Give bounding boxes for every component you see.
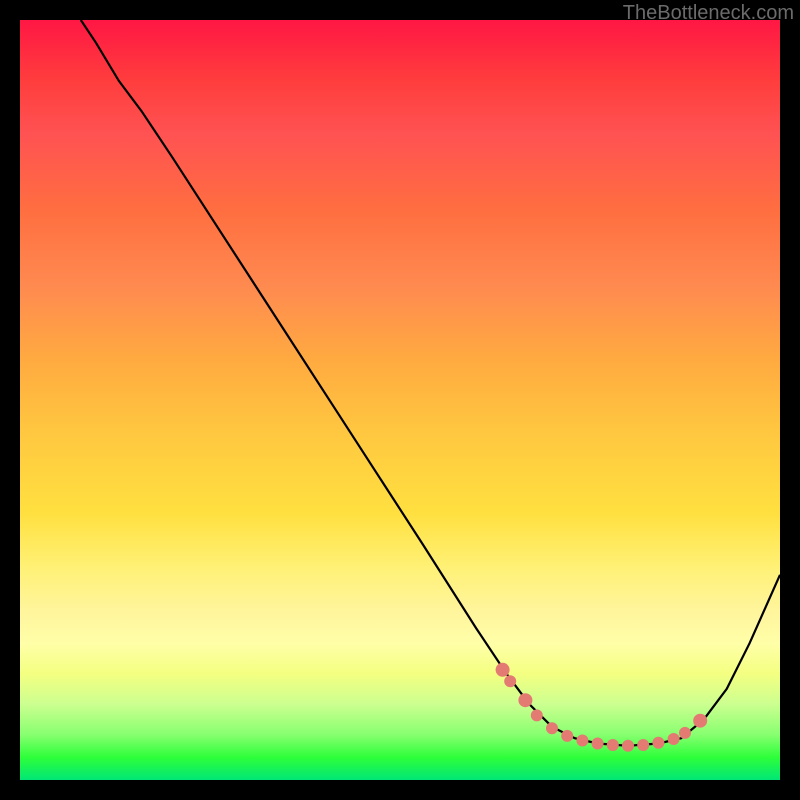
chart-svg [20, 20, 780, 780]
data-marker [576, 735, 588, 747]
data-marker [546, 722, 558, 734]
data-marker [607, 739, 619, 751]
watermark-text: TheBottleneck.com [623, 2, 794, 25]
data-marker [622, 740, 634, 752]
data-marker [679, 727, 691, 739]
data-marker [693, 714, 707, 728]
data-marker [518, 693, 532, 707]
data-marker [668, 733, 680, 745]
data-marker [592, 738, 604, 750]
data-marker [531, 709, 543, 721]
chart-plot-area [20, 20, 780, 780]
data-marker [504, 675, 516, 687]
data-marker [652, 737, 664, 749]
data-markers-group [496, 663, 708, 752]
data-marker [561, 730, 573, 742]
data-marker [637, 739, 649, 751]
bottleneck-curve [81, 20, 780, 746]
data-marker [496, 663, 510, 677]
